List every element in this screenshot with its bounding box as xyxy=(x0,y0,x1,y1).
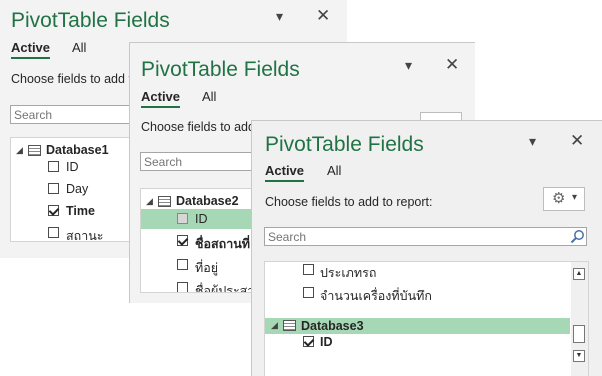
tab-all[interactable]: All xyxy=(72,40,86,55)
field-checkbox[interactable] xyxy=(177,282,188,292)
table-icon xyxy=(158,196,171,207)
field-checkbox[interactable] xyxy=(303,264,314,275)
field-list: ◢ Database2 ID ชื่อสถานที่ ที่อยู่ ชื่อผ… xyxy=(140,188,260,293)
field-label: ID xyxy=(195,212,208,226)
field-checkbox[interactable] xyxy=(177,213,188,224)
field-row[interactable]: ที่อยู่ xyxy=(141,256,259,278)
tab-active[interactable]: Active xyxy=(11,40,51,59)
search-icon[interactable] xyxy=(570,229,585,244)
panel-description: Choose fields to add xyxy=(141,120,255,134)
field-list: ◢ Database1 ID Day Time สถานะ xyxy=(10,137,140,242)
field-checkbox[interactable] xyxy=(303,336,314,347)
tab-all[interactable]: All xyxy=(202,89,216,104)
panel-title: PivotTable Fields xyxy=(265,133,424,156)
field-checkbox[interactable] xyxy=(48,183,59,194)
field-row[interactable]: จำนวนเครื่องที่บันทึก xyxy=(265,284,588,306)
field-row[interactable]: สถานะ xyxy=(11,224,139,242)
chevron-down-icon[interactable]: ▾ xyxy=(405,57,412,74)
field-checkbox[interactable] xyxy=(48,227,59,238)
tab-active[interactable]: Active xyxy=(265,163,305,182)
panel-title: PivotTable Fields xyxy=(141,58,300,81)
scroll-thumb[interactable] xyxy=(573,325,585,343)
search-input[interactable] xyxy=(10,105,140,124)
tab-all[interactable]: All xyxy=(327,163,341,178)
field-row[interactable]: ID xyxy=(141,209,259,229)
collapse-triangle-icon[interactable]: ◢ xyxy=(16,145,23,156)
scroll-up-icon[interactable]: ▲ xyxy=(573,268,585,280)
field-label: ประเภทรถ xyxy=(320,266,377,280)
close-icon[interactable]: ✕ xyxy=(445,55,459,75)
panel-description: Choose fields to add to report: xyxy=(265,195,433,209)
field-row[interactable]: ชื่อผู้ประสาน xyxy=(141,279,259,292)
database-label: Database3 xyxy=(301,319,364,333)
panel-title: PivotTable Fields xyxy=(11,9,170,32)
database-label: Database1 xyxy=(46,143,109,157)
gear-menu-button[interactable]: ⚙ ▾ xyxy=(543,187,585,211)
search-input[interactable] xyxy=(264,227,587,246)
field-checkbox[interactable] xyxy=(303,287,314,298)
pivot-panel-3: PivotTable Fields ▾ ✕ Active All Choose … xyxy=(251,120,602,376)
field-list: ประเภทรถ จำนวนเครื่องที่บันทึก ◢ Databas… xyxy=(264,261,589,376)
field-label: Time xyxy=(66,204,95,218)
field-checkbox[interactable] xyxy=(48,161,59,172)
field-label: ID xyxy=(66,160,79,174)
database-row[interactable]: ◢ Database3 xyxy=(265,318,570,334)
field-row[interactable]: Time xyxy=(11,202,139,224)
close-icon[interactable]: ✕ xyxy=(570,131,584,151)
collapse-triangle-icon[interactable]: ◢ xyxy=(271,320,278,331)
field-checkbox[interactable] xyxy=(177,235,188,246)
collapse-triangle-icon[interactable]: ◢ xyxy=(146,196,153,207)
field-label: จำนวนเครื่องที่บันทึก xyxy=(320,289,432,303)
chevron-down-icon[interactable]: ▾ xyxy=(529,133,536,150)
close-icon[interactable]: ✕ xyxy=(316,6,330,26)
table-icon xyxy=(283,320,296,331)
database-label: Database2 xyxy=(176,194,239,208)
field-label: ที่อยู่ xyxy=(195,261,219,275)
chevron-down-icon: ▾ xyxy=(572,192,578,203)
field-row[interactable]: ชื่อสถานที่ xyxy=(141,232,259,254)
field-row[interactable]: ประเภทรถ xyxy=(265,262,588,284)
vertical-scrollbar[interactable]: ▲ ▼ xyxy=(571,262,588,376)
field-label: Day xyxy=(66,182,89,196)
field-checkbox[interactable] xyxy=(48,205,59,216)
search-input[interactable] xyxy=(140,152,255,171)
chevron-down-icon[interactable]: ▾ xyxy=(276,8,283,25)
tab-active[interactable]: Active xyxy=(141,89,181,108)
scroll-down-icon[interactable]: ▼ xyxy=(573,350,585,362)
panel-description: Choose fields to add to xyxy=(11,72,139,86)
field-row[interactable]: ID xyxy=(11,158,139,180)
field-checkbox[interactable] xyxy=(177,259,188,270)
field-label: ชื่อสถานที่ xyxy=(195,237,250,251)
field-row[interactable]: ID xyxy=(265,334,588,356)
field-row[interactable]: Day xyxy=(11,180,139,202)
field-label: สถานะ xyxy=(66,229,104,242)
gear-icon: ⚙ xyxy=(552,190,566,207)
field-label: ID xyxy=(320,335,333,349)
table-icon xyxy=(28,145,41,156)
